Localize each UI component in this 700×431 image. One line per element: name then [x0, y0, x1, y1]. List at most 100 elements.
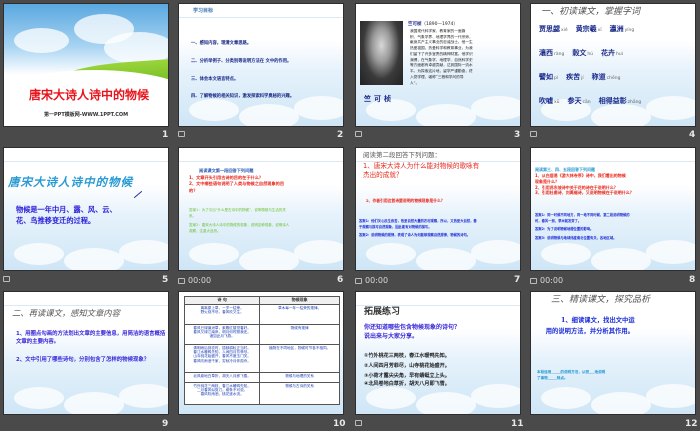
cloud-decoration	[14, 28, 69, 53]
table-header: 诗 句	[183, 296, 261, 305]
cell-line: 北风卷地白草折，胡天八月即飞雪。	[193, 373, 251, 378]
slide-number: 10	[333, 419, 346, 429]
cell-line: 物候有规律	[290, 325, 309, 330]
portrait-photo	[360, 21, 403, 85]
table-cell: 春风已绿瀛洲草，紫殿红楼觉春好。 春风又绿江南岸，明月何时照我还。 诸如此月飞燕。	[183, 323, 261, 345]
prompt-line: 说出来与大家分享。	[364, 333, 419, 341]
question-line: 2、文中哪些语句说明了人类与物候之自然现象的目	[189, 181, 285, 187]
vocab-word: 吹嘘	[539, 96, 553, 105]
cloud-decoration	[294, 240, 343, 264]
bio-line: 我国现代科学家、教育家的一面旗	[410, 29, 466, 33]
question-text: 1、细读课文，找出文中运 用的说明方法，并分析其作用。	[545, 316, 635, 337]
slide-thumbnail-2[interactable]: 学习目标 一、感知内容，理清文章思路。 二、分析举例子、分类别等说明方法在 文中…	[178, 3, 344, 127]
question-line: 的？	[189, 187, 198, 193]
poem-line: ①竹外桃花三两枝，春江水暖鸭先知。	[364, 353, 450, 359]
vocab-pinyin: jí	[581, 76, 584, 81]
vocab-pinyin: pì	[554, 76, 559, 81]
table-cell: 草木每一年一枯荣的规律。	[259, 303, 340, 325]
table-cell: 竹外桃花三两枝，春江水暖鸭先知。 二月春风似剪刀，柳条不可说。 春风吹雨洒，桃花逐水…	[183, 381, 261, 405]
cloud-decoration	[471, 240, 520, 264]
poem-line: ④北风卷地白草折，胡天八月即飞雪。	[364, 380, 450, 387]
table-cell: 离离原上草，一岁一枯荣。 野火烧不尽，春风吹又生。	[183, 303, 261, 325]
cloud-decoration	[646, 240, 695, 264]
cloud-decoration	[14, 387, 64, 409]
slide-thumbnail-7[interactable]: 阅读第二段回答下列问题： 1、唐宋大诗人为什么能对物候的歌咏有 杰出的成就？ 2、…	[355, 147, 521, 271]
slide-thumbnail-6[interactable]: 阅读课文第一段回答下列问题 1、文章开头引用古诗的目的在于什么？ 2、文中哪些语句…	[178, 147, 344, 271]
answer-list: 答案1：他们关心民生疾苦，热爱自然大量的农村观察，所以，又热爱大自然，善 于观察与…	[359, 219, 477, 239]
cell-line: 物候与古诗的关系	[285, 383, 314, 388]
slide-number: 6	[337, 275, 344, 285]
vocab-row: 譬如pì 疾苦jí 称道chēng	[539, 72, 695, 96]
cloud-decoration	[239, 248, 299, 270]
slide-thumbnail-4[interactable]: 一、初读课文，掌握字词 贾思勰xié 黄宗羲xī 瀛洲yíng 瀼西ràng 榖文hú 花…	[530, 3, 696, 127]
person-name: 竺可桢（1890—1974）	[408, 22, 458, 28]
slide-number: 8	[689, 275, 696, 285]
cloud-decoration	[591, 392, 651, 414]
definition-line: 物候是一年中月、露、风、云、	[16, 205, 117, 214]
objective-item: 二、分析举例子、分类别等说明方法在 文中的作用。	[191, 59, 292, 64]
question-list: 1、从白居易《游大林寺序》诗中，我们看出的物候 现象是什么？ 2、引用苏东坡诗中关于…	[535, 173, 634, 196]
vocab-item: 瀼西ràng	[539, 48, 564, 58]
vocab-row: 贾思勰xié 黄宗羲xī 瀛洲yíng	[539, 24, 695, 48]
slide-thumbnail-1[interactable]: 唐宋大诗人诗中的物候 第一PPT模板网-WWW.1PPT.COM	[3, 3, 169, 127]
header-bar	[356, 292, 520, 306]
header-bar	[4, 148, 168, 162]
transition-indicator: 00:00	[178, 276, 211, 285]
vocab-pinyin: xī	[597, 28, 602, 33]
slide-number: 11	[511, 419, 524, 429]
slide-timing: 00:00	[188, 276, 212, 285]
answer-list: 答案1：为了引出“什么是古诗中的物候”，说明物候与生活的关 系。 答案2：唐宋大诗人…	[189, 208, 289, 234]
signature-name: 竺可桢	[364, 94, 394, 103]
fill-line: 了事物_____特点。	[537, 376, 568, 381]
cell-line: 春风吹雨洒千家，穷秋冷月伴孤舟。	[193, 358, 251, 363]
slide-thumbnail-3[interactable]: 竺可桢 竺可桢（1890—1974） 我国现代科学家、教育家的一面旗 帜、气象学界…	[355, 3, 521, 127]
transition-icon	[355, 277, 362, 284]
answer-line: 答案3：说明物候与地球纬度南北位置有关，各地区域。	[535, 235, 617, 240]
slide-number: 3	[514, 130, 521, 140]
definition-line: 花、鸟推移变迁的过程。	[16, 216, 96, 226]
vocab-pinyin: xū	[554, 100, 560, 105]
prompt-line: 你还知道哪些包含物候现象的诗句？	[364, 324, 461, 331]
slide-heading: 阅读课文第一段回答下列问题	[199, 168, 254, 173]
slide-thumbnail-10[interactable]: 诗 句物候现象 离离原上草，一岁一枯荣。 野火烧不尽，春风吹又生。 草木每一年一枯荣…	[178, 291, 344, 415]
slide-thumbnail-11[interactable]: 拓展练习 你还知道哪些包含物候现象的诗句？ 说出来与大家分享。 ①竹外桃花三两枝，…	[355, 291, 521, 415]
slide-thumbnail-12[interactable]: 三、精读课文，探究品析 1、细读课文，找出文中运 用的说明方法，并分析其作用。 本…	[530, 291, 696, 415]
vocab-pinyin: chēng	[606, 76, 621, 81]
answer-line: 于观察与描写自然现象，因此能有对物候的描写。	[359, 224, 432, 229]
vocab-row: 瀼西ràng 榖文hú 花卉huì	[539, 48, 695, 72]
biography-text: 我国现代科学家、教育家的一面旗 帜、气象学界、地理学界的一代宗师， 献身共产主义事业…	[410, 29, 473, 86]
answer-line: 时，春风一到，草木就发芽了。	[535, 218, 582, 223]
cloud-decoration	[541, 243, 591, 265]
slide-number: 2	[337, 130, 344, 140]
question-list: 1、文章开头引用古诗的目的在于什么？ 2、文中哪些语句说明了人类与物候之自然现象的…	[189, 175, 284, 194]
cloud-decoration	[416, 248, 476, 270]
poem-table-body: 离离原上草，一岁一枯荣。 野火烧不尽，春风吹又生。 草木每一年一枯荣的规律。 春风已绿…	[183, 303, 340, 405]
transition-icon	[530, 131, 537, 137]
cloud-decoration	[189, 243, 239, 265]
bio-line: 们留下了许多宝贵的精神财富。他学识	[410, 51, 473, 56]
vocab-word: 瀛洲	[609, 24, 624, 33]
cloud-decoration	[239, 104, 299, 126]
slide-number: 4	[689, 130, 696, 140]
table-row: 离离原上草，一岁一枯荣。 野火烧不尽，春风吹又生。 草木每一年一枯荣的规律。	[183, 303, 340, 325]
slide-number: 5	[162, 275, 169, 285]
question-line: 1、唐宋大诗人为什么能对物候的歌咏有	[363, 162, 480, 170]
slide-thumbnail-8[interactable]: 阅读第三、四、五段回答下列问题 1、从白居易《游大林寺序》诗中，我们看出的物候现…	[530, 147, 696, 271]
table-cell: 物候有规律	[259, 323, 340, 345]
cloud-decoration	[119, 384, 168, 408]
transition-indicator: 00:00	[530, 276, 563, 285]
slide-title: 唐宋大诗人诗中的物候	[8, 175, 133, 189]
vocab-pinyin: cān	[582, 100, 591, 105]
vocab-word: 花卉	[601, 48, 616, 57]
cloud-decoration	[416, 392, 476, 414]
cloud-decoration	[14, 243, 64, 265]
slide-timing: 00:00	[540, 276, 564, 285]
slide-thumbnail-5[interactable]: 唐宋大诗人诗中的物候 物候是一年中月、露、风、云、 花、鸟推移变迁的过程。	[3, 147, 169, 271]
question-line: 1、从白居易《游大林寺序》诗中，我们看出的物候	[535, 173, 626, 178]
answer-line: 答案2：为了说明物候地理位置的影响。	[535, 227, 594, 232]
slide-thumbnail-9[interactable]: 二、再读课文，感知文章内容 1、用圈点勾画的方法划出文章的主要信息，用简洁的语言…	[3, 291, 169, 415]
vocab-word: 贾思勰	[539, 24, 560, 33]
cloud-decoration	[64, 392, 124, 414]
poem-list: ①竹外桃花三两枝，春江水暖鸭先知。 ②人间四月芳菲尽，山寺桃花始盛开。 ③小荷才露尖…	[364, 352, 450, 390]
person-name-text: 竺可桢	[408, 22, 422, 27]
